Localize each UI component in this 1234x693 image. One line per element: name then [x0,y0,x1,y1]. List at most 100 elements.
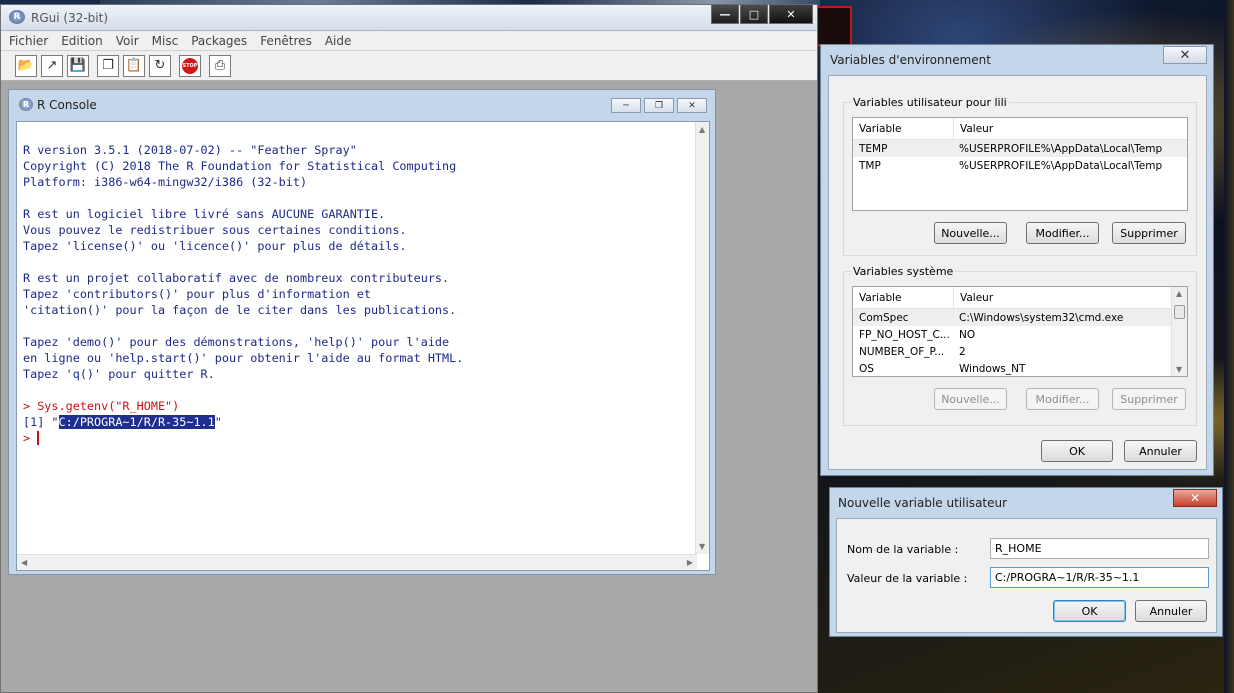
system-delete-button[interactable]: Supprimer [1112,388,1186,410]
var-name: OS [859,362,874,375]
text-caret [37,431,40,445]
stop-icon[interactable]: STOP [179,54,201,77]
console-line: 'citation()' pour la façon de le citer d… [23,303,457,317]
list-item[interactable]: OS Windows_NT [853,360,1171,377]
new-var-ok-button[interactable]: OK [1053,600,1126,622]
user-edit-button[interactable]: Modifier... [1026,222,1099,244]
scroll-left-icon[interactable]: ◀ [21,558,27,567]
scroll-right-icon[interactable]: ▶ [687,558,693,567]
console-output-area[interactable]: R version 3.5.1 (2018-07-02) -- "Feather… [16,121,710,571]
console-text[interactable]: R version 3.5.1 (2018-07-02) -- "Feather… [23,142,687,552]
menu-fenetres[interactable]: Fenêtres [260,34,312,48]
user-variables-list[interactable]: Variable Valeur TEMP %USERPROFILE%\AppDa… [852,117,1188,211]
col-value[interactable]: Valeur [953,286,1171,309]
r-app-icon: R [9,10,25,24]
console-line: Vous pouvez le redistribuer sous certain… [23,223,407,237]
console-line: Platform: i386-w64-mingw32/i386 (32-bit) [23,175,308,189]
menu-voir[interactable]: Voir [116,34,139,48]
scroll-down-icon[interactable]: ▼ [1176,365,1182,374]
toolbar: 📂 ↗ 💾 ❐ 📋 ↻ STOP ⎙ [1,51,817,81]
env-ok-button[interactable]: OK [1041,440,1113,462]
console-minimize-icon[interactable]: ─ [611,98,641,113]
console-vertical-scrollbar[interactable]: ▲ ▼ [695,122,709,554]
console-line: Copyright (C) 2018 The R Foundation for … [23,159,457,173]
new-var-close-icon[interactable]: ✕ [1173,489,1217,507]
env-dialog-titlebar[interactable]: Variables d'environnement ✕ [821,45,1213,73]
var-value: NO [959,328,976,341]
close-icon[interactable]: ✕ [769,4,813,24]
env-cancel-button[interactable]: Annuler [1124,440,1197,462]
var-name: FP_NO_HOST_C... [859,328,950,341]
copy-paste-icon[interactable]: ↻ [149,54,171,77]
new-var-body: Nom de la variable : R_HOME Valeur de la… [836,518,1217,633]
r-console-icon: R [19,98,33,111]
console-line: R est un logiciel libre livré sans AUCUN… [23,207,386,221]
save-icon[interactable]: 💾 [67,54,89,77]
menu-edition[interactable]: Edition [61,34,103,48]
user-variables-label: Variables utilisateur pour lili [851,96,1009,109]
system-list-scrollbar[interactable]: ▲ ▼ [1171,287,1187,376]
menubar: Fichier Edition Voir Misc Packages Fenêt… [1,31,817,51]
menu-aide[interactable]: Aide [325,34,352,48]
copy-icon[interactable]: ❐ [97,54,119,77]
console-close-icon[interactable]: ✕ [677,98,707,113]
console-window-controls: ─ ❐ ✕ [608,98,707,113]
system-edit-button[interactable]: Modifier... [1026,388,1099,410]
list-item[interactable]: ComSpec C:\Windows\system32\cmd.exe [853,309,1171,326]
col-value[interactable]: Valeur [953,117,1187,140]
rgui-title: RGui (32-bit) [31,11,109,25]
var-name-label: Nom de la variable : [847,543,959,556]
var-value: %USERPROFILE%\AppData\Local\Temp [959,159,1163,172]
scroll-thumb[interactable] [1174,305,1185,319]
system-variables-group: Variables système Variable Valeur ComSpe… [843,265,1197,426]
paste-icon[interactable]: 📋 [123,54,145,77]
user-new-button[interactable]: Nouvelle... [934,222,1007,244]
new-user-variable-dialog: Nouvelle variable utilisateur ✕ Nom de l… [829,487,1223,637]
load-workspace-icon[interactable]: ↗ [41,54,63,77]
var-name: TMP [859,159,881,172]
col-variable[interactable]: Variable [853,123,953,135]
console-line: R version 3.5.1 (2018-07-02) -- "Feather… [23,143,357,157]
var-name-input[interactable]: R_HOME [990,538,1209,559]
r-console-window: R R Console ─ ❐ ✕ R version 3.5.1 (2018-… [8,89,716,575]
list-item[interactable]: TEMP %USERPROFILE%\AppData\Local\Temp [853,140,1187,157]
var-value: Windows_NT [959,362,1026,375]
desktop-edge [1224,0,1234,693]
open-script-icon[interactable]: 📂 [15,54,37,77]
env-close-icon[interactable]: ✕ [1163,46,1207,64]
system-variables-list[interactable]: Variable Valeur ComSpec C:\Windows\syste… [852,286,1188,377]
var-value-input[interactable]: C:/PROGRA~1/R/R-35~1.1 [990,567,1209,588]
rgui-titlebar[interactable]: R RGui (32-bit) [1,5,817,31]
col-variable[interactable]: Variable [853,292,953,304]
console-line: R est un projet collaboratif avec de nom… [23,271,450,285]
scroll-up-icon[interactable]: ▲ [1176,289,1182,298]
print-icon[interactable]: ⎙ [209,54,231,77]
list-item[interactable]: FP_NO_HOST_C... NO [853,326,1171,343]
console-line: Tapez 'license()' ou 'licence()' pour pl… [23,239,407,253]
console-command: > Sys.getenv("R_HOME") [23,399,180,413]
system-new-button[interactable]: Nouvelle... [934,388,1007,410]
console-horizontal-scrollbar[interactable]: ◀ ▶ [17,554,697,570]
maximize-icon[interactable]: □ [740,4,768,24]
menu-misc[interactable]: Misc [152,34,179,48]
console-title: R Console [37,98,97,112]
scroll-down-icon[interactable]: ▼ [699,542,705,551]
minimize-icon[interactable]: — [711,4,739,24]
console-titlebar[interactable]: R R Console ─ ❐ ✕ [9,90,715,120]
list-item[interactable]: NUMBER_OF_P... 2 [853,343,1171,360]
menu-packages[interactable]: Packages [191,34,247,48]
user-delete-button[interactable]: Supprimer [1112,222,1186,244]
scroll-up-icon[interactable]: ▲ [699,125,705,134]
env-variables-dialog: Variables d'environnement ✕ Variables ut… [820,44,1214,476]
env-dialog-title: Variables d'environnement [830,53,991,67]
var-value: 2 [959,345,966,358]
list-header: Variable Valeur [853,117,1187,140]
console-output-prefix: [1] " [23,415,59,429]
console-restore-icon[interactable]: ❐ [644,98,674,113]
new-var-titlebar[interactable]: Nouvelle variable utilisateur ✕ [830,488,1222,516]
new-var-cancel-button[interactable]: Annuler [1135,600,1207,622]
var-value-label: Valeur de la variable : [847,572,968,585]
console-output-suffix: " [214,415,222,429]
menu-fichier[interactable]: Fichier [9,34,48,48]
list-item[interactable]: TMP %USERPROFILE%\AppData\Local\Temp [853,157,1187,174]
